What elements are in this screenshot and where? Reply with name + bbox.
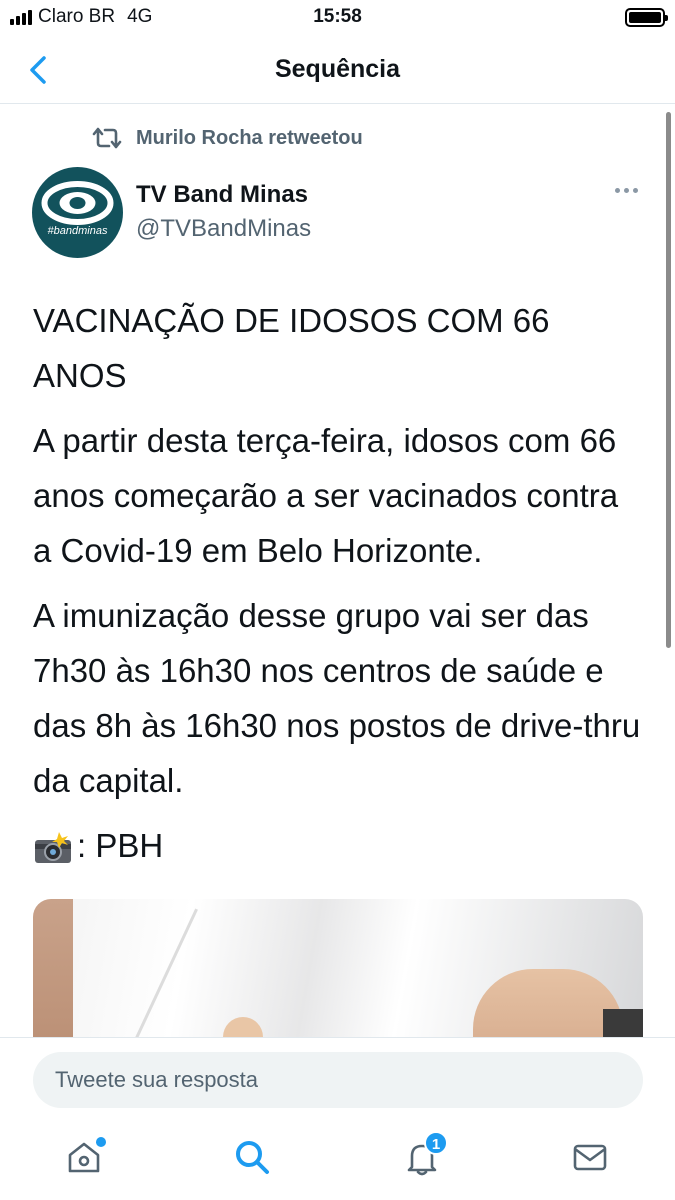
tweet-thread[interactable]: Murilo Rocha retweetou #bandminas TV Ban… — [0, 105, 675, 1037]
photo-credit-line: : PBH — [33, 818, 643, 873]
tab-search[interactable] — [232, 1137, 278, 1183]
tweet-paragraph: VACINAÇÃO DE IDOSOS COM 66 ANOS — [33, 302, 550, 394]
camera-flash-icon — [35, 832, 71, 864]
notifications-badge: 1 — [424, 1131, 448, 1155]
more-dot-icon — [624, 187, 629, 193]
tweet-image[interactable] — [33, 899, 643, 1037]
tab-notifications[interactable]: 1 — [402, 1131, 448, 1183]
status-time: 15:58 — [313, 6, 362, 27]
more-options-button[interactable] — [615, 185, 639, 195]
avatar[interactable]: #bandminas — [32, 167, 123, 258]
author-name[interactable]: TV Band Minas — [136, 181, 308, 209]
tab-messages[interactable] — [570, 1137, 616, 1183]
search-icon — [236, 1141, 269, 1174]
tweet-paragraph: A partir desta terça-feira, idosos com 6… — [33, 422, 619, 569]
tab-home[interactable] — [64, 1137, 110, 1183]
status-bar: Claro BR 4G 15:58 — [0, 0, 675, 36]
avatar-label: #bandminas — [47, 225, 108, 237]
tweet-paragraph: A imunização desse grupo vai ser das 7h3… — [33, 597, 641, 799]
band-logo-icon — [41, 181, 114, 225]
battery-icon — [625, 8, 668, 27]
retweet-icon — [92, 127, 122, 149]
retweeted-by-label[interactable]: Murilo Rocha retweetou — [136, 127, 363, 150]
nav-bar: Sequência — [0, 36, 675, 104]
more-dot-icon — [633, 187, 638, 193]
photo-credit: : PBH — [77, 827, 164, 864]
author-handle[interactable]: @TVBandMinas — [136, 215, 311, 243]
more-dot-icon — [615, 187, 620, 193]
tweet-body: VACINAÇÃO DE IDOSOS COM 66 ANOS A partir… — [33, 293, 643, 883]
reply-bar — [0, 1037, 675, 1123]
new-content-dot — [96, 1137, 106, 1147]
scrollbar[interactable] — [666, 112, 671, 648]
mail-icon — [573, 1144, 607, 1171]
page-title: Sequência — [274, 55, 401, 83]
retweet-context: Murilo Rocha retweetou — [90, 125, 363, 151]
reply-input[interactable] — [33, 1052, 643, 1108]
tab-bar: 1 — [0, 1123, 675, 1200]
